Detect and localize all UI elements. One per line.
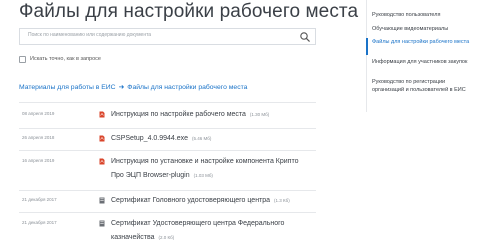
file-date: 21 декабря 2017: [22, 220, 57, 225]
file-size: (5.46 Мб): [192, 136, 212, 141]
sidebar-item-user-guide[interactable]: Руководство пользователя: [372, 12, 472, 20]
sidebar-nav: Руководство пользователя Обучающие видео…: [366, 0, 476, 112]
pdf-icon: [99, 135, 105, 142]
file-row[interactable]: 21 декабря 2017 Сертификат Головного удо…: [19, 190, 316, 212]
search-icon[interactable]: [299, 31, 311, 43]
sidebar-active-indicator: [366, 38, 368, 55]
breadcrumb: Материалы для работы в ЕИС ➜ Файлы для н…: [19, 83, 248, 92]
file-name[interactable]: Инструкция по настройке рабочего места (…: [111, 108, 311, 122]
breadcrumb-current: Файлы для настройки рабочего места: [127, 83, 248, 91]
file-name[interactable]: Сертификат Головного удостоверяющего цен…: [111, 194, 311, 208]
exact-search-option[interactable]: Искать точно, как в запросе: [19, 54, 101, 64]
file-name[interactable]: CSPSetup_4.0.9944.exe (5.46 Мб): [111, 132, 311, 146]
sidebar-item-procurement-info[interactable]: Информация для участников закупок: [372, 59, 472, 67]
exact-search-label: Искать точно, как в запросе: [30, 56, 101, 62]
file-list: 08 апреля 2019 Инструкция по настройке р…: [19, 102, 316, 244]
file-row[interactable]: 21 декабря 2017 Сертификат Удостоверяюще…: [19, 212, 316, 244]
file-size: (1.30 Мб): [249, 112, 270, 117]
page-title: Файлы для настройки рабочего места: [19, 1, 359, 22]
file-size: (1.3 Кб): [274, 198, 290, 203]
search-input[interactable]: Поиск по наименованию или содержанию док…: [19, 28, 316, 45]
file-size: (1.03 Мб): [193, 173, 213, 178]
file-name[interactable]: Инструкция по установке и настройке комп…: [111, 155, 311, 183]
pdf-icon: [99, 111, 105, 118]
breadcrumb-parent-link[interactable]: Материалы для работы в ЕИС: [19, 84, 116, 91]
file-size: (2.0 Кб): [158, 235, 175, 240]
search-placeholder: Поиск по наименованию или содержанию док…: [28, 32, 152, 38]
certificate-icon: [99, 197, 105, 204]
certificate-icon: [99, 220, 105, 227]
file-row[interactable]: 16 апреля 2019 Инструкция по установке и…: [19, 150, 316, 190]
sidebar-item-registration-guide[interactable]: Руководство по регистрации организаций и…: [372, 79, 472, 94]
file-date: 16 апреля 2019: [22, 158, 55, 163]
file-row[interactable]: 08 апреля 2019 Инструкция по настройке р…: [19, 102, 316, 128]
file-row[interactable]: 26 апреля 2018 CSPSetup_4.0.9944.exe (5.…: [19, 128, 316, 150]
file-date: 08 апреля 2019: [22, 111, 55, 116]
pdf-icon: [99, 158, 105, 165]
file-date: 21 декабря 2017: [22, 197, 57, 202]
file-date: 26 апреля 2018: [22, 135, 55, 140]
file-name[interactable]: Сертификат Удостоверяющего центра Федера…: [111, 217, 311, 244]
breadcrumb-separator: ➜: [118, 84, 125, 91]
sidebar-item-training-videos[interactable]: Обучающие видеоматериалы: [372, 26, 472, 34]
exact-search-checkbox[interactable]: [19, 55, 26, 63]
sidebar-item-setup-files[interactable]: Файлы для настройки рабочего места: [372, 39, 472, 47]
main-content: Файлы для настройки рабочего места Поиск…: [0, 0, 358, 244]
